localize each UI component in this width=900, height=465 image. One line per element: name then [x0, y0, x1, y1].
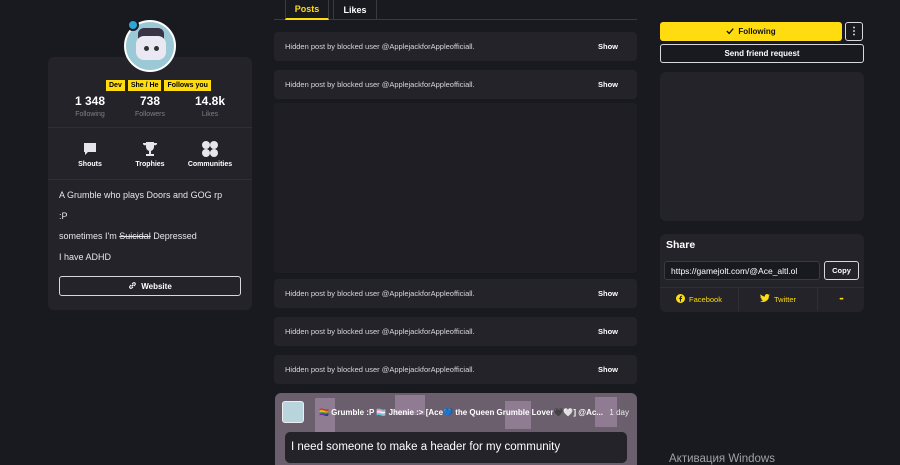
bio-line: sometimes I'm Suicidal Depressed [59, 231, 197, 241]
profile-tags: Dev She / He Follows you [106, 80, 211, 91]
trophy-icon [120, 140, 180, 158]
copy-button[interactable]: Copy [824, 261, 859, 280]
twitter-label: Twitter [773, 295, 797, 304]
profile-quicklinks: Shouts Trophies Communities [60, 140, 240, 168]
divider [48, 179, 252, 180]
bio-line: A Grumble who plays Doors and GOG rp [59, 190, 223, 200]
tag-follows-you: Follows you [164, 80, 211, 91]
following-label: Following [738, 27, 776, 36]
communities-label: Communities [187, 161, 233, 168]
hidden-post: Hidden post by blocked user @Applejackfo… [274, 70, 637, 99]
more-share-button[interactable]: ••• [818, 287, 864, 311]
community-post-message: I need someone to make a header for my c… [285, 432, 627, 463]
following-button[interactable]: Following [660, 22, 842, 41]
tab-posts[interactable]: Posts [285, 0, 329, 20]
stat-likes-value: 14.8k [194, 94, 226, 108]
website-label: Website [141, 281, 172, 291]
hidden-post: Hidden post by blocked user @Applejackfo… [274, 32, 637, 61]
shouts-label: Shouts [78, 161, 102, 168]
show-button[interactable]: Show [598, 365, 618, 374]
bio-line: I have ADHD [59, 251, 112, 262]
community-post-author[interactable]: 🏳️‍🌈 Grumble :P 🏳️‍⚧️ Jhenie :> [Ace💙 th… [319, 408, 609, 417]
bio-strikethrough: Suicidal [119, 231, 151, 241]
ad-placeholder [660, 72, 864, 221]
communities-icon [180, 140, 240, 158]
check-icon [726, 27, 735, 37]
more-options-button[interactable]: ⋮ [845, 22, 863, 41]
trophies-link[interactable]: Trophies [120, 140, 180, 168]
website-button[interactable]: Website [59, 276, 241, 296]
bio-line: :P [59, 210, 68, 221]
link-icon [128, 281, 137, 292]
community-avatar[interactable] [282, 401, 304, 423]
show-button[interactable]: Show [598, 327, 618, 336]
profile-tabs: Posts Likes [274, 0, 637, 20]
show-button[interactable]: Show [598, 80, 618, 89]
stat-following-value: 1 348 [74, 94, 106, 108]
tab-likes[interactable]: Likes [333, 0, 377, 20]
show-button[interactable]: Show [598, 289, 618, 298]
hidden-post: Hidden post by blocked user @Applejackfo… [274, 317, 637, 346]
stat-followers[interactable]: 738 Followers [120, 94, 180, 118]
hidden-post: Hidden post by blocked user @Applejackfo… [274, 279, 637, 308]
hidden-post-text: Hidden post by blocked user @Applejackfo… [285, 80, 475, 89]
stat-followers-value: 738 [139, 94, 161, 108]
share-buttons: Facebook Twitter ••• [660, 287, 864, 311]
tag-dev: Dev [106, 80, 125, 91]
communities-link[interactable]: Communities [180, 140, 240, 168]
hidden-post-text: Hidden post by blocked user @Applejackfo… [285, 327, 475, 336]
hidden-post-text: Hidden post by blocked user @Applejackfo… [285, 289, 475, 298]
stat-following[interactable]: 1 348 Following [60, 94, 120, 118]
twitter-share-button[interactable]: Twitter [739, 287, 818, 311]
community-post-time: 1 day [609, 408, 629, 417]
windows-activation-watermark: Активация Windows [669, 453, 775, 465]
facebook-icon [676, 294, 686, 305]
stat-likes-label: Likes [201, 111, 219, 118]
send-friend-request-button[interactable]: Send friend request [660, 44, 864, 63]
hidden-post: Hidden post by blocked user @Applejackfo… [274, 355, 637, 384]
stat-followers-label: Followers [135, 111, 165, 118]
facebook-share-button[interactable]: Facebook [660, 287, 739, 311]
show-button[interactable]: Show [598, 42, 618, 51]
facebook-label: Facebook [689, 295, 722, 304]
feed-placeholder [274, 103, 637, 273]
shouts-link[interactable]: Shouts [60, 140, 120, 168]
hidden-post-text: Hidden post by blocked user @Applejackfo… [285, 42, 475, 51]
speech-bubble-icon [60, 140, 120, 158]
profile-stats: 1 348 Following 738 Followers 14.8k Like… [60, 94, 240, 118]
community-post-card[interactable]: 🏳️‍🌈 Grumble :P 🏳️‍⚧️ Jhenie :> [Ace💙 th… [275, 393, 637, 465]
hidden-post-text: Hidden post by blocked user @Applejackfo… [285, 365, 475, 374]
twitter-icon [759, 294, 770, 305]
share-title: Share [666, 239, 696, 251]
divider [48, 127, 252, 128]
trophies-label: Trophies [135, 161, 165, 168]
stat-likes: 14.8k Likes [180, 94, 240, 118]
profile-bio: A Grumble who plays Doors and GOG rp :P … [59, 190, 222, 272]
tag-pronouns: She / He [127, 80, 162, 91]
stat-following-label: Following [75, 111, 105, 118]
share-url-input[interactable]: https://gamejolt.com/@Ace_altl.ol [664, 261, 820, 280]
verified-badge-icon [127, 19, 139, 31]
